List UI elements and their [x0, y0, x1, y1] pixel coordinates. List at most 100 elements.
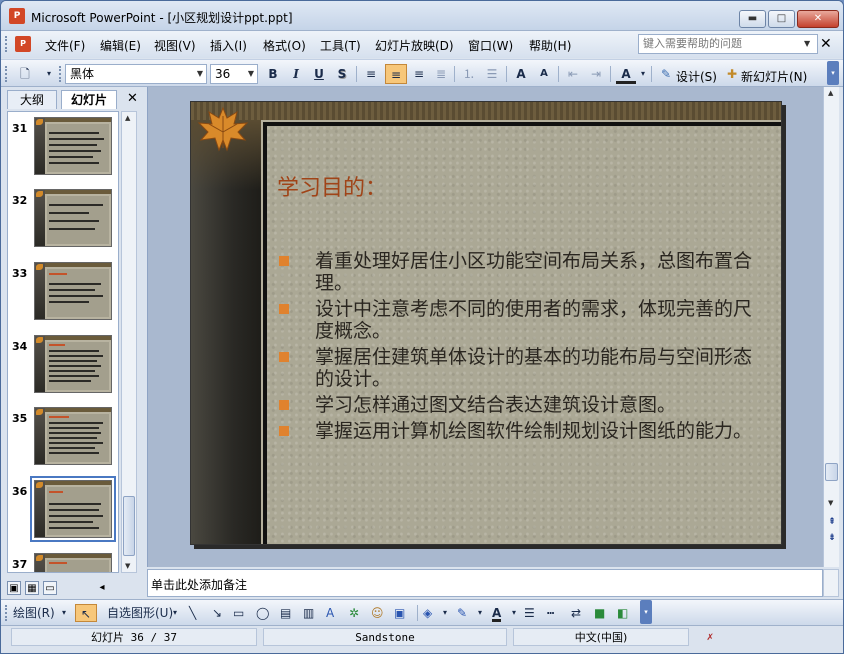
chevron-down-icon[interactable]: ▾	[478, 604, 482, 622]
bullets-icon[interactable]: ☰	[483, 64, 501, 84]
slide-thumbnail[interactable]	[34, 553, 112, 572]
font-color-icon[interactable]: A	[616, 64, 636, 84]
design-icon[interactable]: ✎	[657, 64, 675, 84]
new-slide-icon[interactable]: ✚	[723, 64, 741, 84]
diagram-icon[interactable]: ✲	[349, 604, 359, 622]
menu-window[interactable]: 窗口(W)	[468, 37, 513, 54]
next-slide-icon[interactable]: ⇟	[825, 531, 839, 545]
document-close-button[interactable]: ✕	[820, 36, 832, 52]
clipart-icon[interactable]: ☺	[371, 604, 384, 622]
menu-slideshow[interactable]: 幻灯片放映(D)	[375, 37, 454, 54]
toolbar-options-icon[interactable]: ▾	[43, 64, 55, 84]
close-icon[interactable]: ✕	[127, 91, 138, 106]
scroll-down-icon[interactable]: ▼	[125, 562, 130, 570]
slide-title[interactable]: 学习目的：	[277, 170, 387, 202]
increase-font-icon[interactable]: A	[512, 64, 530, 84]
powerpoint-icon[interactable]: P	[9, 8, 25, 24]
menu-tools[interactable]: 工具(T)	[320, 37, 361, 54]
bold-button[interactable]: B	[265, 64, 281, 84]
slideshow-icon[interactable]: ▭	[43, 581, 57, 595]
chevron-down-icon[interactable]: ▾	[173, 604, 177, 622]
font-name-select[interactable]: 黑体 ▼	[65, 64, 207, 84]
scrollbar-thumb[interactable]	[825, 463, 838, 481]
scroll-left-icon[interactable]: ◂	[95, 581, 109, 595]
slide-thumbnail[interactable]	[34, 117, 112, 175]
chevron-down-icon[interactable]: ▾	[512, 604, 516, 622]
notes-scrollbar[interactable]	[823, 569, 839, 597]
picture-icon[interactable]: ▣	[394, 604, 405, 622]
draw-menu-button[interactable]: 绘图(R)	[13, 604, 55, 622]
shadow-style-icon[interactable]: ■	[594, 604, 605, 622]
toolbar-options-icon[interactable]: ▾	[640, 600, 652, 624]
scrollbar-thumb[interactable]	[123, 496, 135, 556]
increase-indent-icon[interactable]: ⇥	[587, 64, 605, 84]
toolbar-options-icon[interactable]: ▾	[827, 61, 839, 85]
slide-thumbnail[interactable]	[34, 335, 112, 393]
slide-editing-area[interactable]: 学习目的： 着重处理好居住小区功能空间布局关系，总图布置合理。 设计中注意考虑不…	[147, 87, 823, 567]
menu-view[interactable]: 视图(V)	[154, 37, 196, 54]
notes-pane[interactable]: 单击此处添加备注	[147, 569, 823, 597]
new-document-icon[interactable]: 🗋	[15, 64, 35, 84]
italic-button[interactable]: I	[288, 64, 304, 84]
toolbar-grip-2[interactable]	[59, 66, 63, 82]
menu-format[interactable]: 格式(O)	[263, 37, 306, 54]
tab-outline[interactable]: 大纲	[7, 90, 57, 109]
fill-color-icon[interactable]: ◈	[423, 604, 432, 622]
document-icon[interactable]: P	[15, 36, 31, 52]
underline-button[interactable]: U	[311, 64, 327, 84]
slide-scrollbar[interactable]: ▲ ▼ ⇞ ⇟	[823, 87, 839, 567]
select-pointer-icon[interactable]: ↖	[75, 604, 97, 622]
previous-slide-icon[interactable]: ⇞	[825, 515, 839, 529]
wordart-icon[interactable]: A	[326, 604, 334, 622]
minimize-button[interactable]: ▬	[739, 10, 766, 28]
menu-insert[interactable]: 插入(I)	[210, 37, 247, 54]
normal-view-icon[interactable]: ▣	[7, 581, 21, 595]
toolbar-grip[interactable]	[5, 66, 9, 82]
arrow-tool-icon[interactable]: ↘	[212, 604, 222, 622]
scroll-up-icon[interactable]: ▲	[125, 114, 130, 122]
rectangle-tool-icon[interactable]: ▭	[233, 604, 244, 622]
menu-grip[interactable]	[5, 36, 9, 52]
menu-help[interactable]: 帮助(H)	[529, 37, 571, 54]
arrow-style-icon[interactable]: ⇄	[571, 604, 581, 622]
line-style-icon[interactable]: ☰	[524, 604, 535, 622]
line-color-icon[interactable]: ✎	[457, 604, 467, 622]
numbering-icon[interactable]: ⒈	[460, 64, 478, 84]
chevron-down-icon[interactable]: ▼	[248, 65, 254, 83]
decrease-indent-icon[interactable]: ⇤	[564, 64, 582, 84]
new-slide-button[interactable]: 新幻灯片(N)	[741, 68, 807, 85]
autoshapes-button[interactable]: 自选图形(U)	[107, 604, 173, 622]
align-center-icon[interactable]: ≡	[385, 64, 407, 84]
slide-sorter-icon[interactable]: ▦	[25, 581, 39, 595]
align-left-icon[interactable]: ≡	[362, 64, 380, 84]
shadow-button[interactable]: S	[334, 64, 350, 84]
dash-style-icon[interactable]: ┅	[547, 604, 554, 622]
slide-bullet-list[interactable]: 着重处理好居住小区功能空间布局关系，总图布置合理。 设计中注意考虑不同的使用者的…	[279, 250, 759, 446]
slide-thumbnail[interactable]	[34, 189, 112, 247]
3d-style-icon[interactable]: ◧	[617, 604, 628, 622]
scroll-down-icon[interactable]: ▼	[828, 499, 833, 507]
slide-thumbnail-list[interactable]: 31 32 33 34 35 36 37	[7, 111, 119, 573]
distribute-icon[interactable]: ≣	[432, 64, 450, 84]
line-tool-icon[interactable]: ╲	[189, 604, 196, 622]
chevron-down-icon[interactable]: ▾	[443, 604, 447, 622]
decrease-font-icon[interactable]: A	[535, 64, 553, 84]
font-color-icon[interactable]: A	[492, 604, 502, 622]
notes-placeholder[interactable]: 单击此处添加备注	[151, 576, 247, 593]
close-button[interactable]: ✕	[797, 10, 839, 28]
maximize-button[interactable]: □	[768, 10, 795, 28]
menu-edit[interactable]: 编辑(E)	[100, 37, 141, 54]
chevron-down-icon[interactable]: ▼	[197, 65, 203, 83]
chevron-down-icon[interactable]: ▼	[804, 39, 810, 48]
align-right-icon[interactable]: ≡	[410, 64, 428, 84]
spelling-status-icon[interactable]: ✗	[693, 628, 727, 646]
tab-slides[interactable]: 幻灯片	[61, 90, 117, 109]
slide-canvas[interactable]: 学习目的： 着重处理好居住小区功能空间布局关系，总图布置合理。 设计中注意考虑不…	[190, 101, 782, 545]
design-button[interactable]: 设计(S)	[676, 68, 717, 85]
scroll-up-icon[interactable]: ▲	[828, 89, 833, 97]
oval-tool-icon[interactable]: ◯	[256, 604, 269, 622]
font-size-select[interactable]: 36 ▼	[210, 64, 258, 84]
chevron-down-icon[interactable]: ▾	[638, 64, 648, 84]
help-search-input[interactable]: 键入需要帮助的问题	[638, 34, 818, 54]
toolbar-grip[interactable]	[5, 605, 9, 621]
